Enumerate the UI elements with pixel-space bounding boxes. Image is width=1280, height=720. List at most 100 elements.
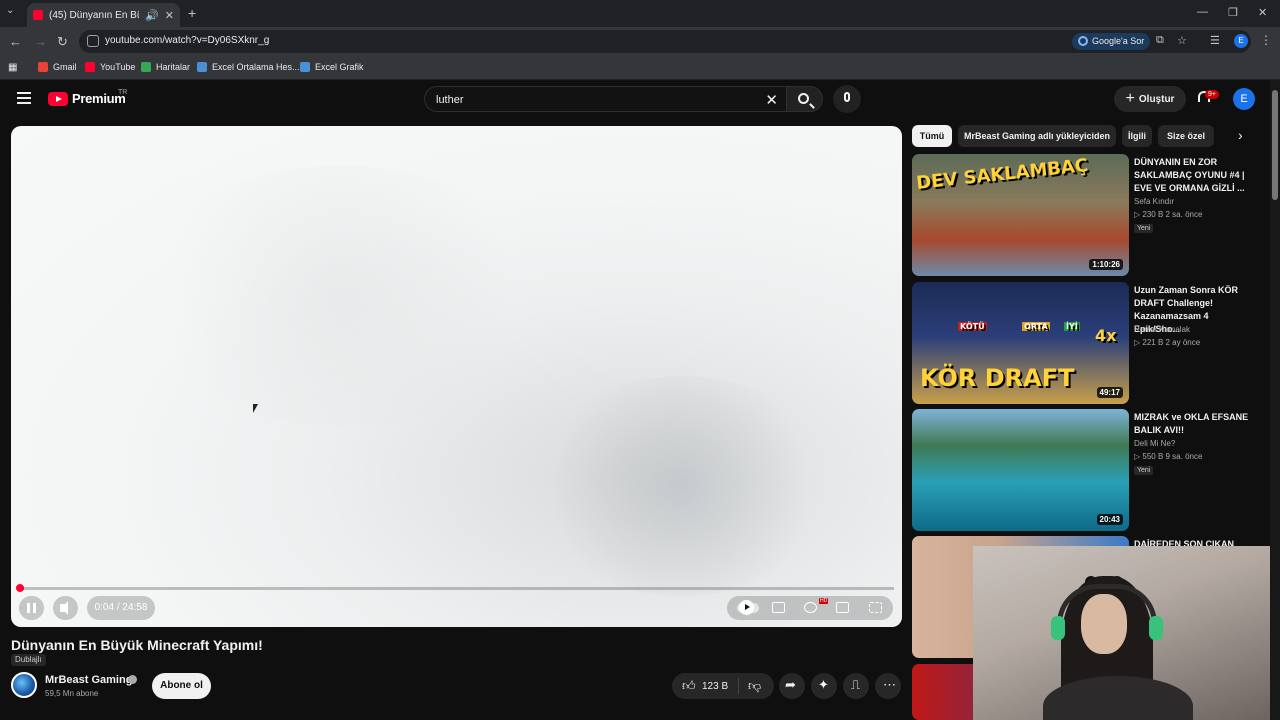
video-duration: 20:43 (1096, 514, 1123, 525)
tab-list-chevron-icon[interactable]: ⌄ (6, 5, 14, 16)
video-thumbnail[interactable]: KÖTÜ ORTA İYİ 4x KÖR DRAFT 49:17 (912, 282, 1129, 404)
search-value[interactable]: luther (436, 94, 464, 106)
minimize-icon[interactable]: — (1197, 6, 1208, 18)
theater-mode-icon[interactable] (836, 602, 849, 613)
restore-icon[interactable]: ❐ (1228, 6, 1238, 19)
more-dots-icon: ⋯ (883, 677, 896, 692)
bookmark-excel-chart[interactable]: Excel Grafik (300, 62, 364, 72)
rec-channel[interactable]: Remzi Kamalak (1134, 325, 1190, 334)
player-right-controls: HD (727, 596, 893, 620)
install-app-icon[interactable]: ⧉ (1156, 34, 1164, 47)
browser-tab[interactable]: (45) Dünyanın En Büyük Mi 🔊 ✕ (27, 3, 180, 27)
like-count[interactable]: 123 B (702, 681, 728, 692)
voice-search-button[interactable] (833, 85, 861, 113)
chip-uploader[interactable]: MrBeast Gaming adlı yükleyiciden (958, 125, 1116, 147)
youtube-play-icon (48, 91, 68, 106)
plus-icon: + (1125, 90, 1135, 107)
chips-next-icon[interactable]: › (1238, 127, 1243, 143)
tab-audio-icon[interactable]: 🔊 (145, 9, 159, 22)
thumbnail-tag-mid: ORTA (1022, 322, 1050, 331)
rec-meta: ▷ 221 B 2 ay önce (1134, 338, 1201, 347)
channel-name[interactable]: MrBeast Gaming (45, 674, 132, 686)
clear-search-icon[interactable]: ✕ (765, 91, 778, 109)
channel-avatar[interactable] (11, 672, 37, 698)
mouse-cursor-icon (253, 404, 258, 413)
like-icon[interactable]: 👍︎ (682, 678, 696, 694)
rec-channel[interactable]: Sefa Kındır (1134, 197, 1174, 206)
dislike-icon[interactable]: 👎︎ (748, 678, 761, 694)
share-button[interactable]: ➦ (779, 673, 805, 699)
volume-icon (60, 601, 68, 615)
share-icon: ➦ (785, 677, 796, 692)
site-info-icon[interactable] (87, 35, 99, 47)
browser-menu-icon[interactable]: ⋮ (1260, 33, 1272, 47)
fullscreen-icon[interactable] (869, 602, 882, 613)
youtube-icon (85, 62, 95, 72)
maps-icon (141, 62, 151, 72)
apps-grid-icon[interactable]: ▦ (8, 62, 17, 73)
new-badge: Yeni (1134, 466, 1154, 475)
recommendation-item[interactable]: 20:43 MIZRAK ve OKLA EFSANE BALIK AVI!! … (912, 409, 1257, 531)
create-label: Oluştur (1138, 93, 1175, 105)
page-scrollbar[interactable] (1270, 80, 1280, 720)
tab-close-icon[interactable]: ✕ (165, 9, 174, 22)
subscribe-button[interactable]: Abone ol (152, 673, 211, 699)
user-avatar[interactable]: E (1233, 88, 1255, 110)
chip-for-you[interactable]: Size özel (1158, 125, 1214, 147)
reading-list-icon[interactable]: ☰ (1210, 34, 1220, 47)
subscriber-count: 59,5 Mn abone (45, 689, 99, 698)
progress-bar[interactable] (21, 587, 894, 590)
rec-title[interactable]: MIZRAK ve OKLA EFSANE BALIK AVI!! (1134, 411, 1257, 437)
menu-icon[interactable] (17, 92, 31, 104)
url-text[interactable]: youtube.com/watch?v=Dy06SXknr_g (105, 35, 269, 46)
more-actions-button[interactable]: ⋯ (875, 673, 901, 699)
scrollbar-thumb[interactable] (1272, 90, 1278, 200)
bookmark-youtube[interactable]: YouTube (85, 62, 135, 72)
rec-channel[interactable]: Deli Mi Ne? (1134, 439, 1175, 448)
video-frame-cloud (131, 166, 551, 426)
window-close-icon[interactable]: ✕ (1258, 6, 1267, 19)
autoplay-icon (739, 600, 754, 615)
reload-icon[interactable]: ↻ (57, 34, 68, 50)
subtitles-icon[interactable] (772, 602, 785, 613)
video-thumbnail[interactable]: 20:43 (912, 409, 1129, 531)
chip-related[interactable]: İlgili (1122, 125, 1152, 147)
thumbnail-multiplier: 4x (1095, 326, 1117, 345)
bookmark-maps[interactable]: Haritalar (141, 62, 190, 72)
new-tab-button[interactable]: + (188, 5, 196, 21)
bookmark-icon: ⎍ (851, 677, 861, 692)
video-title: Dünyanın En Büyük Minecraft Yapımı! (11, 637, 263, 653)
search-input[interactable]: luther ✕ (424, 86, 786, 112)
mute-button[interactable] (53, 596, 78, 620)
bookmarks-bar: ▦ Gmail YouTube Haritalar Excel Ortalama… (0, 56, 1280, 80)
bookmark-star-icon[interactable]: ☆ (1177, 34, 1187, 47)
ask-google-button[interactable]: Google'a Sor (1072, 33, 1151, 50)
bookmark-excel-average[interactable]: Excel Ortalama Hes... (197, 62, 300, 72)
profile-avatar[interactable]: E (1234, 34, 1248, 48)
rec-meta: ▷ 550 B 9 sa. önce (1134, 452, 1203, 461)
settings-gear-icon[interactable] (804, 602, 817, 613)
rec-title[interactable]: DÜNYANIN EN ZOR SAKLAMBAÇ OYUNU #4 | EVE… (1134, 156, 1257, 195)
youtube-logo[interactable]: Premium (48, 91, 126, 106)
ask-ai-button[interactable]: ✦ (811, 673, 837, 699)
headphone-ear-icon (1149, 616, 1163, 640)
create-button[interactable]: + Oluştur (1114, 86, 1186, 112)
back-icon[interactable]: ← (9, 34, 22, 49)
search-button[interactable] (786, 86, 823, 112)
bookmark-label: YouTube (100, 62, 136, 72)
video-duration: 49:17 (1096, 387, 1123, 398)
chip-all[interactable]: Tümü (912, 125, 952, 147)
address-bar[interactable]: youtube.com/watch?v=Dy06SXknr_g Google'a… (79, 30, 1251, 53)
forward-icon[interactable]: → (34, 34, 47, 49)
bookmark-gmail[interactable]: Gmail (38, 62, 77, 72)
video-thumbnail[interactable]: DEV SAKLAMBAÇ 1:10:26 (912, 154, 1129, 276)
ask-google-label: Google'a Sor (1092, 36, 1145, 46)
recommendation-item[interactable]: KÖTÜ ORTA İYİ 4x KÖR DRAFT 49:17 Uzun Za… (912, 282, 1257, 404)
pause-button[interactable] (19, 596, 44, 620)
progress-scrubber[interactable] (16, 584, 24, 592)
like-divider (738, 678, 739, 694)
notification-badge: 9+ (1205, 90, 1219, 99)
video-player[interactable]: 0:04 / 24:58 HD (11, 126, 902, 627)
recommendation-item[interactable]: DEV SAKLAMBAÇ 1:10:26 DÜNYANIN EN ZOR SA… (912, 154, 1257, 276)
save-button[interactable]: ⎍ (843, 673, 869, 699)
